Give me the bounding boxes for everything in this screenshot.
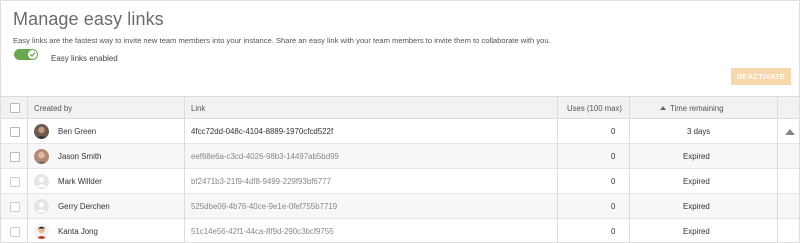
page-title: Manage easy links xyxy=(13,9,164,29)
column-divider xyxy=(27,97,28,119)
time-remaining: Expired xyxy=(683,152,710,161)
column-time-remaining[interactable]: Time remaining xyxy=(660,97,723,119)
link-value[interactable]: bf2471b3-21f9-4df8-9499-229f93bf6777 xyxy=(191,169,331,194)
page-description: Easy links are the fastest way to invite… xyxy=(13,36,551,45)
uses-count: 0 xyxy=(611,152,616,161)
row-checkbox[interactable] xyxy=(10,202,20,212)
column-divider xyxy=(629,97,630,119)
link-value[interactable]: 4fcc72dd-048c-4104-8889-1970cfcd522f xyxy=(191,119,333,144)
time-remaining: Expired xyxy=(683,227,710,236)
easy-links-panel: Manage easy links Easy links are the fas… xyxy=(0,0,800,243)
created-by-name: Mark Willder xyxy=(58,177,102,186)
created-by-name: Jason Smith xyxy=(58,152,102,161)
photo-avatar-icon xyxy=(34,224,49,239)
uses-count: 0 xyxy=(611,127,616,136)
created-by-name: Ben Green xyxy=(58,127,97,136)
row-checkbox[interactable] xyxy=(10,227,20,237)
link-value[interactable]: eef68e6a-c3cd-4026-98b3-14497ab5bd99 xyxy=(191,144,339,169)
column-divider xyxy=(557,119,558,243)
column-uses[interactable]: Uses (100 max) xyxy=(567,97,622,119)
column-divider xyxy=(777,97,778,119)
photo-avatar-icon xyxy=(34,149,49,164)
uses-count: 0 xyxy=(611,177,616,186)
column-time-remaining-label: Time remaining xyxy=(670,103,724,113)
link-value[interactable]: 51c14e56-42f1-44ca-8f9d-290c3bcf9755 xyxy=(191,219,334,243)
table-row[interactable]: Kanta Jong 51c14e56-42f1-44ca-8f9d-290c3… xyxy=(1,219,799,243)
created-by-name: Gerry Derchen xyxy=(58,202,110,211)
check-icon xyxy=(28,50,37,59)
column-divider xyxy=(629,119,630,243)
uses-count: 0 xyxy=(611,227,616,236)
select-all-checkbox[interactable] xyxy=(10,103,20,113)
deactivate-button[interactable]: DEACTIVATE xyxy=(731,68,791,85)
toggle-label: Easy links enabled xyxy=(51,54,118,63)
photo-avatar-icon xyxy=(34,124,49,139)
table-row[interactable]: Gerry Derchen 525dbe09-4b76-40ce-9e1e-0f… xyxy=(1,194,799,219)
table-row[interactable]: Mark Willder bf2471b3-21f9-4df8-9499-229… xyxy=(1,169,799,194)
default-avatar-icon xyxy=(34,199,49,214)
link-value[interactable]: 525dbe09-4b76-40ce-9e1e-0fef755b7719 xyxy=(191,194,337,219)
time-remaining: Expired xyxy=(683,202,710,211)
sort-ascending-icon xyxy=(660,106,666,110)
time-remaining: 3 days xyxy=(687,127,711,136)
default-avatar-icon xyxy=(34,174,49,189)
uses-count: 0 xyxy=(611,202,616,211)
row-checkbox[interactable] xyxy=(10,152,20,162)
row-checkbox[interactable] xyxy=(10,177,20,187)
scroll-up-icon[interactable] xyxy=(785,129,795,135)
column-link[interactable]: Link xyxy=(191,97,205,119)
column-divider xyxy=(27,119,28,243)
column-divider xyxy=(777,119,778,243)
column-created-by[interactable]: Created by xyxy=(34,97,72,119)
easy-links-toggle[interactable] xyxy=(14,49,38,60)
column-divider xyxy=(557,97,558,119)
table-header: Created by Link Uses (100 max) Time rema… xyxy=(1,96,799,119)
time-remaining: Expired xyxy=(683,177,710,186)
table-row[interactable]: Jason Smith eef68e6a-c3cd-4026-98b3-1449… xyxy=(1,144,799,169)
column-divider xyxy=(184,119,185,243)
row-checkbox[interactable] xyxy=(10,127,20,137)
created-by-name: Kanta Jong xyxy=(58,227,98,236)
column-divider xyxy=(184,97,185,119)
table-row[interactable]: Ben Green 4fcc72dd-048c-4104-8889-1970cf… xyxy=(1,119,799,144)
